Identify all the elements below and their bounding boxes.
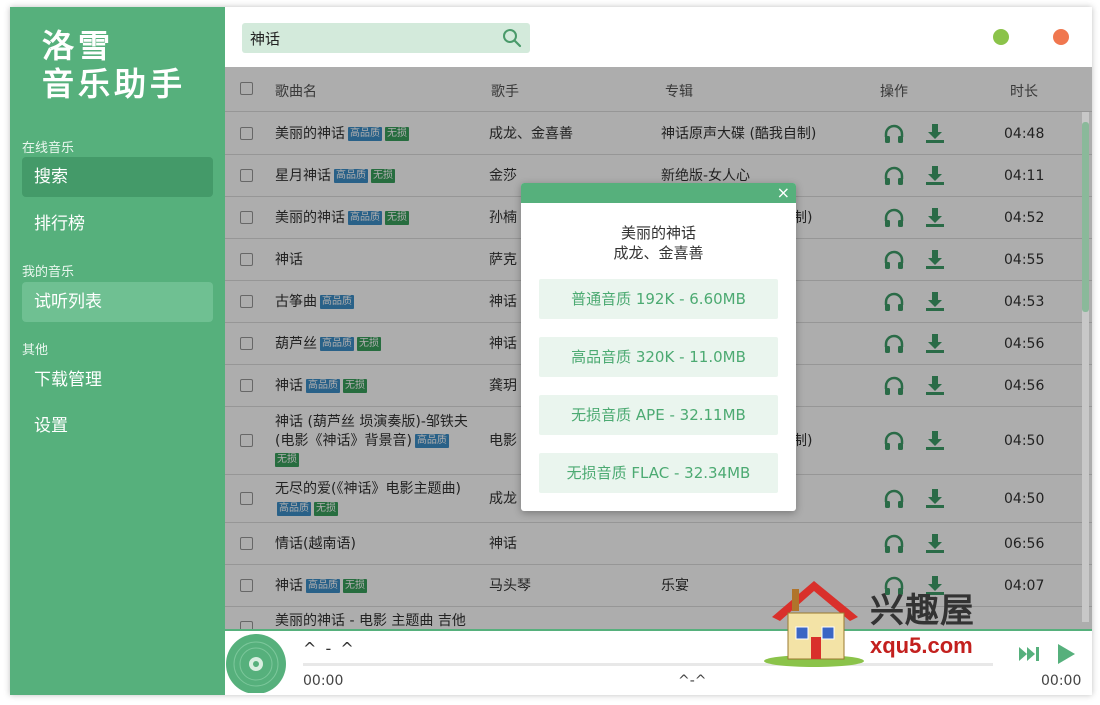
group-title-mine: 我的音乐 [22, 265, 75, 280]
header [225, 7, 1092, 67]
app-logo: 洛雪 音乐助手 [42, 27, 186, 103]
dialog-title-bar: × [521, 183, 796, 203]
watermark-text-cn: 兴趣屋 [870, 591, 975, 631]
sidebar-item-settings[interactable]: 设置 [22, 406, 213, 446]
group-title-online: 在线音乐 [22, 141, 75, 156]
search-input[interactable] [242, 23, 482, 53]
quality-option-flac[interactable]: 无损音质 FLAC - 32.34MB [539, 453, 778, 493]
total-time: 00:00 [1041, 673, 1082, 689]
quality-option-320k[interactable]: 高品音质 320K - 11.0MB [539, 337, 778, 377]
dialog-song-title: 美丽的神话 [620, 224, 696, 242]
watermark-text-url: xqu5.com [870, 633, 973, 658]
table-scrollbar[interactable] [1082, 112, 1089, 622]
dialog-song-info: 美丽的神话 成龙、金喜善 [521, 223, 796, 263]
sidebar: 洛雪 音乐助手 在线音乐 搜索 排行榜 我的音乐 试听列表 其他 下载管理 设置 [10, 7, 225, 695]
group-title-other: 其他 [22, 343, 49, 358]
sidebar-item-downloads[interactable]: 下载管理 [22, 360, 213, 400]
watermark-logo: 兴趣屋 xqu5.com [762, 575, 992, 670]
dialog-song-artist: 成龙、金喜善 [613, 244, 704, 262]
house-icon [764, 581, 864, 667]
logo-line-1: 洛雪 [42, 27, 115, 65]
sidebar-item-playlist[interactable]: 试听列表 [22, 282, 213, 322]
quality-dialog: × 美丽的神话 成龙、金喜善 普通音质 192K - 6.60MB 高品音质 3… [521, 183, 796, 511]
quality-option-192k[interactable]: 普通音质 192K - 6.60MB [539, 279, 778, 319]
quality-option-ape[interactable]: 无损音质 APE - 32.11MB [539, 395, 778, 435]
search-icon[interactable] [502, 28, 522, 48]
player-status: ^-^ [678, 673, 707, 689]
current-time: 00:00 [303, 673, 344, 689]
search-box [242, 23, 530, 53]
close-icon[interactable]: × [777, 184, 790, 202]
scrollbar-thumb[interactable] [1082, 122, 1089, 312]
next-track-icon[interactable] [1017, 645, 1041, 663]
sidebar-item-charts[interactable]: 排行榜 [22, 204, 213, 244]
sidebar-item-search[interactable]: 搜索 [22, 157, 213, 197]
album-disc-icon[interactable] [225, 631, 287, 693]
play-icon[interactable] [1055, 643, 1077, 665]
logo-line-2: 音乐助手 [42, 65, 187, 103]
player-title: ^ - ^ [303, 639, 356, 658]
close-window-button[interactable] [1053, 29, 1069, 45]
minimize-button[interactable] [993, 29, 1009, 45]
